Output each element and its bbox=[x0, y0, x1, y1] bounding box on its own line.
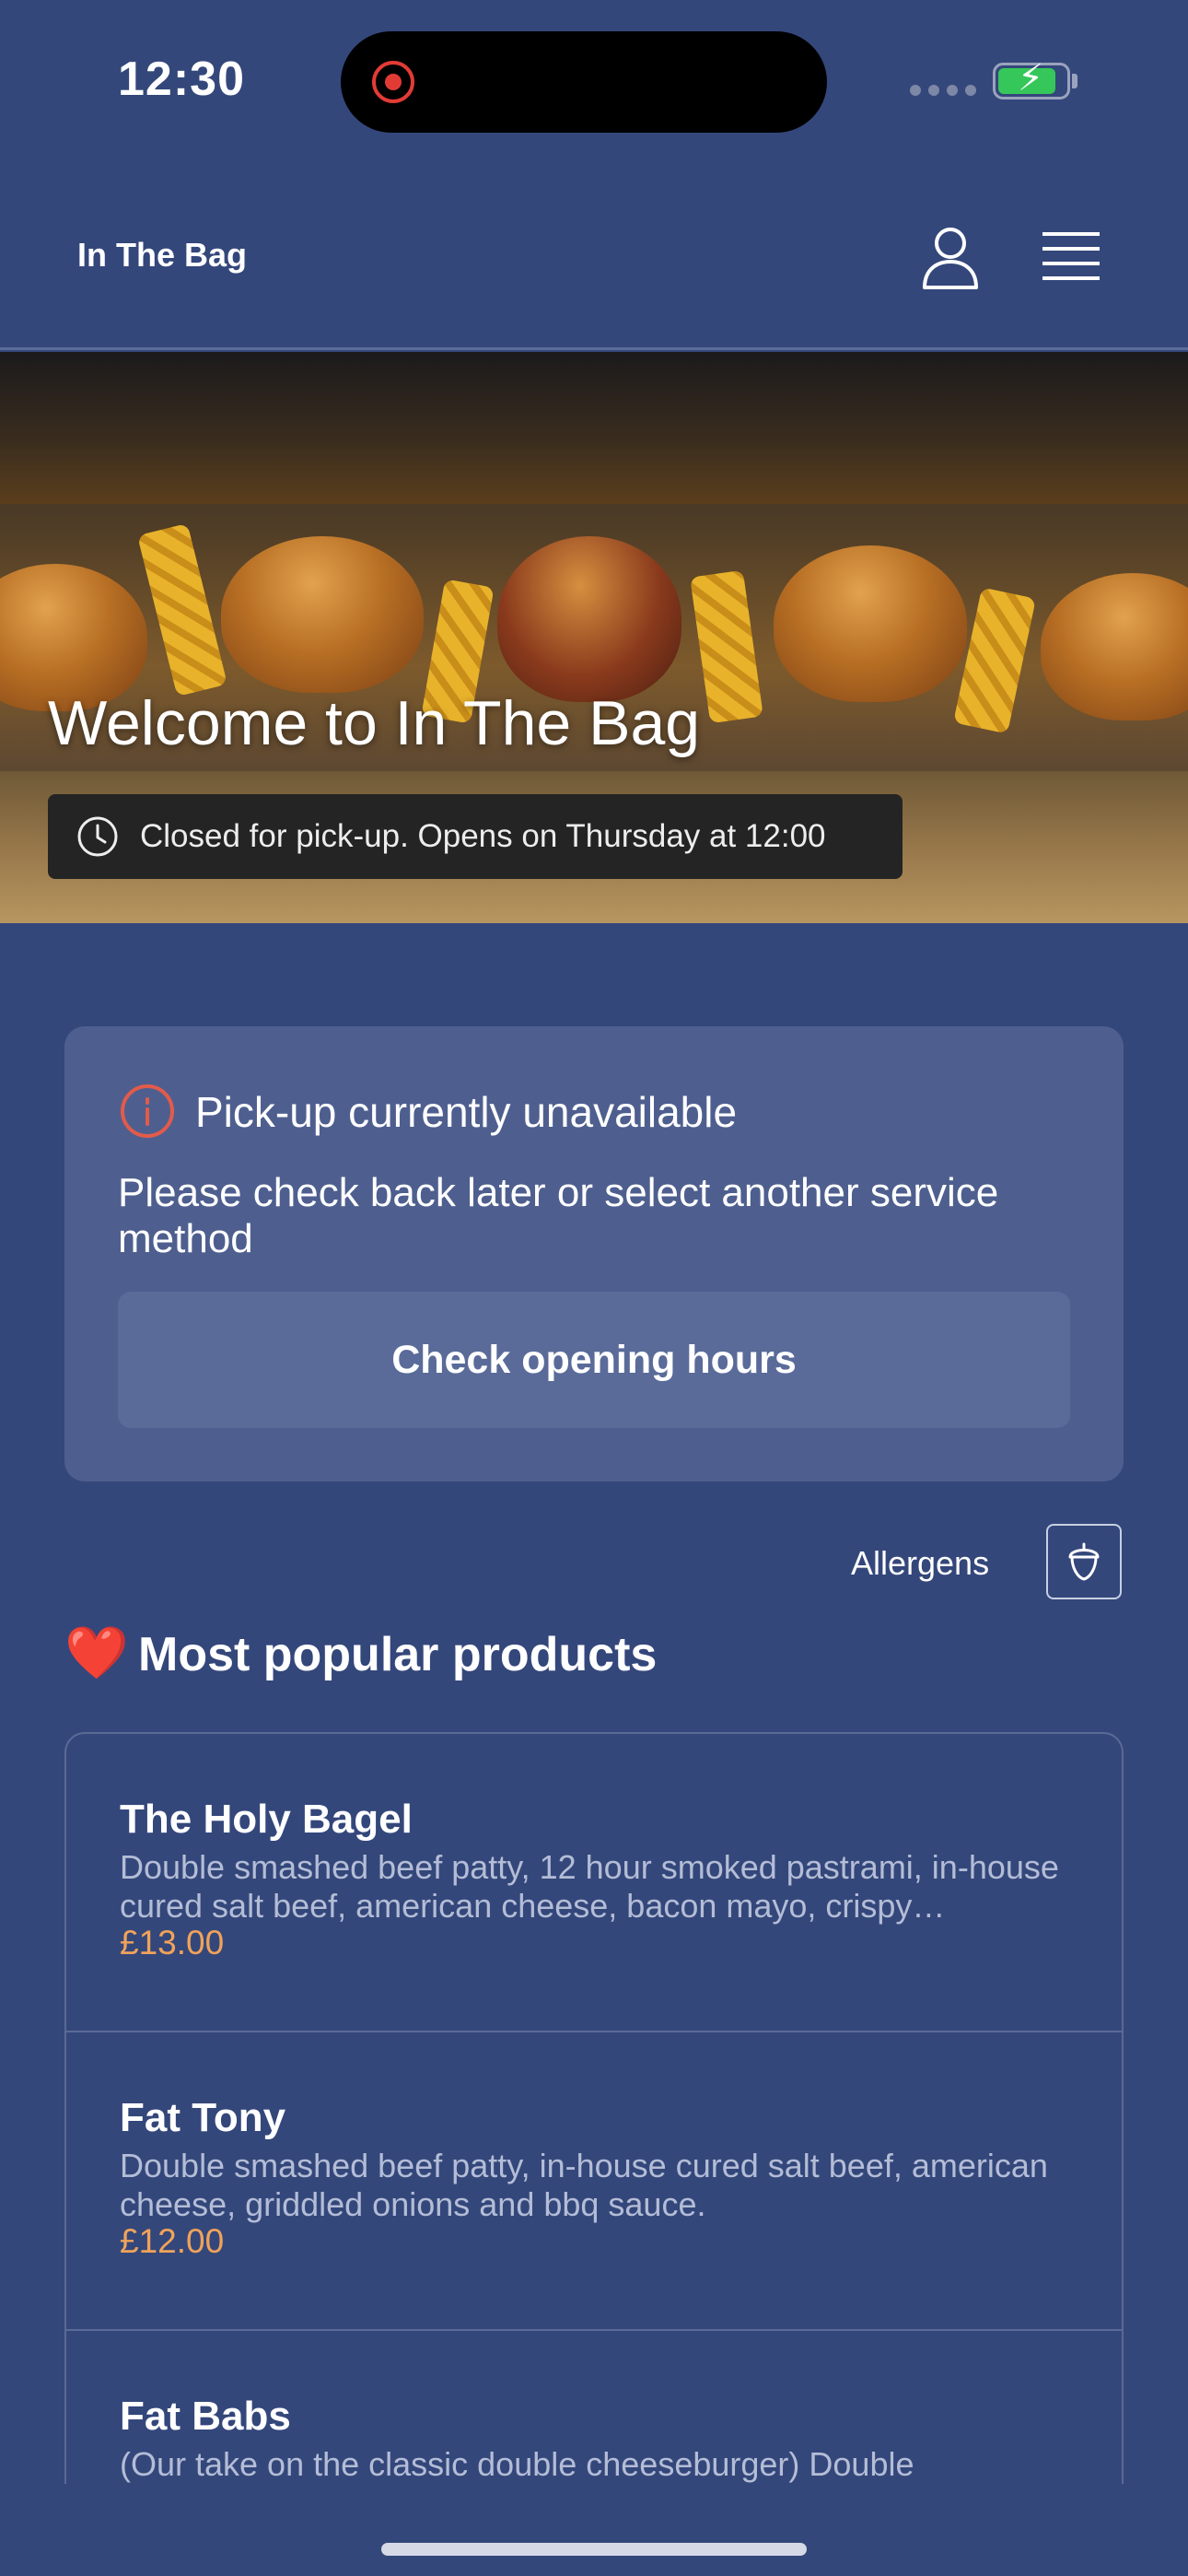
product-price: £13.00 bbox=[120, 1924, 225, 1961]
app-header: In The Bag bbox=[0, 166, 1188, 350]
hero-title: Welcome to In The Bag bbox=[48, 688, 701, 758]
recording-icon bbox=[372, 61, 414, 103]
product-name: The Holy Bagel bbox=[120, 1797, 413, 1842]
status-bar: 12:30 ⚡ bbox=[0, 0, 1188, 166]
allergens-label[interactable]: Allergens bbox=[851, 1544, 989, 1583]
product-description: Double smashed beef patty, 12 hour smoke… bbox=[120, 1848, 1059, 1925]
dynamic-island bbox=[341, 31, 827, 133]
product-description: (Our take on the classic double cheesebu… bbox=[120, 2445, 914, 2483]
menu-icon[interactable] bbox=[1041, 228, 1101, 284]
brand-name[interactable]: In The Bag bbox=[77, 236, 247, 275]
signal-icon bbox=[910, 85, 976, 96]
product-card[interactable]: The Holy Bagel Double smashed beef patty… bbox=[66, 1734, 1122, 2032]
home-indicator[interactable] bbox=[381, 2543, 807, 2556]
store-status-banner: Closed for pick-up. Opens on Thursday at… bbox=[48, 794, 903, 879]
heart-icon: ❤️ bbox=[64, 1623, 129, 1681]
product-price: £12.00 bbox=[120, 2222, 225, 2260]
check-opening-hours-button[interactable]: Check opening hours bbox=[118, 1292, 1070, 1428]
status-time: 12:30 bbox=[118, 53, 245, 106]
page: 12:30 ⚡ In The Bag Welcome to In The Bag… bbox=[0, 0, 1188, 2576]
info-icon bbox=[121, 1084, 174, 1138]
product-list: The Holy Bagel Double smashed beef patty… bbox=[64, 1732, 1124, 2484]
battery-cap bbox=[1072, 74, 1077, 88]
user-icon[interactable] bbox=[914, 221, 987, 295]
hero-image-top bbox=[0, 352, 1188, 504]
product-card[interactable]: Fat Babs (Our take on the classic double… bbox=[66, 2331, 1122, 2484]
clock-icon bbox=[77, 816, 118, 857]
allergens-button[interactable] bbox=[1046, 1524, 1122, 1599]
product-description: Double smashed beef patty, in-house cure… bbox=[120, 2147, 1048, 2223]
hero-banner: Welcome to In The Bag Closed for pick-up… bbox=[0, 352, 1188, 923]
notice-title: Pick-up currently unavailable bbox=[195, 1088, 738, 1136]
product-name: Fat Tony bbox=[120, 2095, 286, 2140]
product-name: Fat Babs bbox=[120, 2394, 291, 2439]
battery-charging-icon: ⚡ bbox=[993, 60, 1070, 100]
product-card[interactable]: Fat Tony Double smashed beef patty, in-h… bbox=[66, 2032, 1122, 2331]
section-title: Most popular products bbox=[138, 1628, 658, 1681]
store-status-text: Closed for pick-up. Opens on Thursday at… bbox=[140, 818, 826, 854]
pickup-unavailable-card: Pick-up currently unavailable Please che… bbox=[64, 1026, 1124, 1481]
acorn-icon bbox=[1068, 1542, 1100, 1581]
notice-body: Please check back later or select anothe… bbox=[118, 1170, 999, 1261]
